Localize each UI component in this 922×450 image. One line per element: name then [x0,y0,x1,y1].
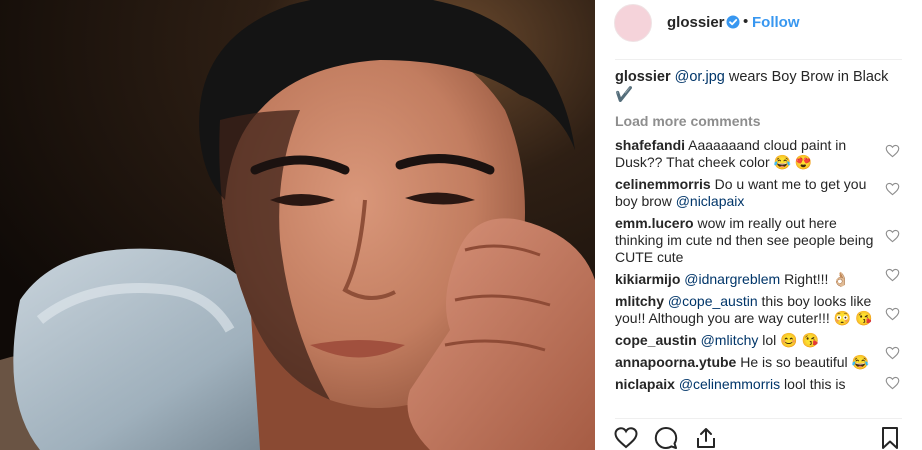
comment-username[interactable]: celinemmorris [615,176,711,192]
comment-text: lool this is [780,376,846,392]
comment-mention[interactable]: @cope_austin [668,293,758,309]
verified-badge-icon [726,15,740,29]
caption-mention[interactable]: @or.jpg [675,69,725,85]
comment-text: Right!!! 👌🏼 [780,271,850,287]
heart-icon[interactable] [885,346,900,360]
comment-text: lol 😊 😘 [758,332,819,348]
comment-item: kikiarmijo @idnargreblem Right!!! 👌🏼 [615,271,905,288]
post-actions-bar [595,422,922,450]
comment-item: niclapaix @celinemmorris lool this is [615,376,905,393]
heart-icon[interactable] [885,182,900,196]
comment-text: He is so beautiful 😂 [740,354,869,370]
follow-button[interactable]: Follow [752,14,800,31]
comment-item: mlitchy @cope_austin this boy looks like… [615,293,905,327]
comment-icon[interactable] [654,426,678,450]
comment-username[interactable]: cope_austin [615,332,697,348]
comment-mention[interactable]: @niclapaix [676,193,745,209]
heart-icon[interactable] [885,307,900,321]
comment-mention[interactable]: @idnargreblem [684,271,780,287]
comment-username[interactable]: annapoorna.ytube [615,354,736,370]
comments-list[interactable]: glossier @or.jpg wears Boy Brow in Black… [615,68,905,415]
heart-icon[interactable] [885,229,900,243]
comment-item: emm.lucero wow im really out here thinki… [615,215,905,266]
bookmark-icon[interactable] [878,426,902,450]
post-side-panel: glossier • Follow glossier @or.jpg wears… [595,0,922,450]
comment-item: celinemmorris Do u want me to get you bo… [615,176,905,210]
caption-username[interactable]: glossier [615,69,671,85]
post-photo[interactable] [0,0,595,450]
comment-username[interactable]: mlitchy [615,293,664,309]
post-caption: glossier @or.jpg wears Boy Brow in Black… [615,68,905,104]
load-more-comments-button[interactable]: Load more comments [615,113,905,130]
comment-item: shafefandi Aaaaaaand cloud paint in Dusk… [615,137,905,171]
portrait-image [0,0,595,450]
comment-mention[interactable]: @celinemmorris [679,376,780,392]
header-divider [615,59,902,60]
post-header: glossier • Follow [595,0,922,45]
comment-item: cope_austin @mlitchy lol 😊 😘 [615,332,905,349]
comment-username[interactable]: kikiarmijo [615,271,680,287]
heart-icon[interactable] [885,268,900,282]
comment-item: annapoorna.ytube He is so beautiful 😂 [615,354,905,371]
comment-username[interactable]: shafefandi [615,137,685,153]
heart-icon[interactable] [885,144,900,158]
actions-divider [615,418,902,419]
comment-username[interactable]: niclapaix [615,376,675,392]
comment-mention[interactable]: @mlitchy [701,332,759,348]
heart-icon[interactable] [885,376,900,390]
heart-icon[interactable] [614,426,638,450]
share-icon[interactable] [694,426,718,450]
separator-dot: • [743,13,749,30]
avatar[interactable] [614,4,652,42]
comment-username[interactable]: emm.lucero [615,215,694,231]
post-username[interactable]: glossier [667,14,725,31]
